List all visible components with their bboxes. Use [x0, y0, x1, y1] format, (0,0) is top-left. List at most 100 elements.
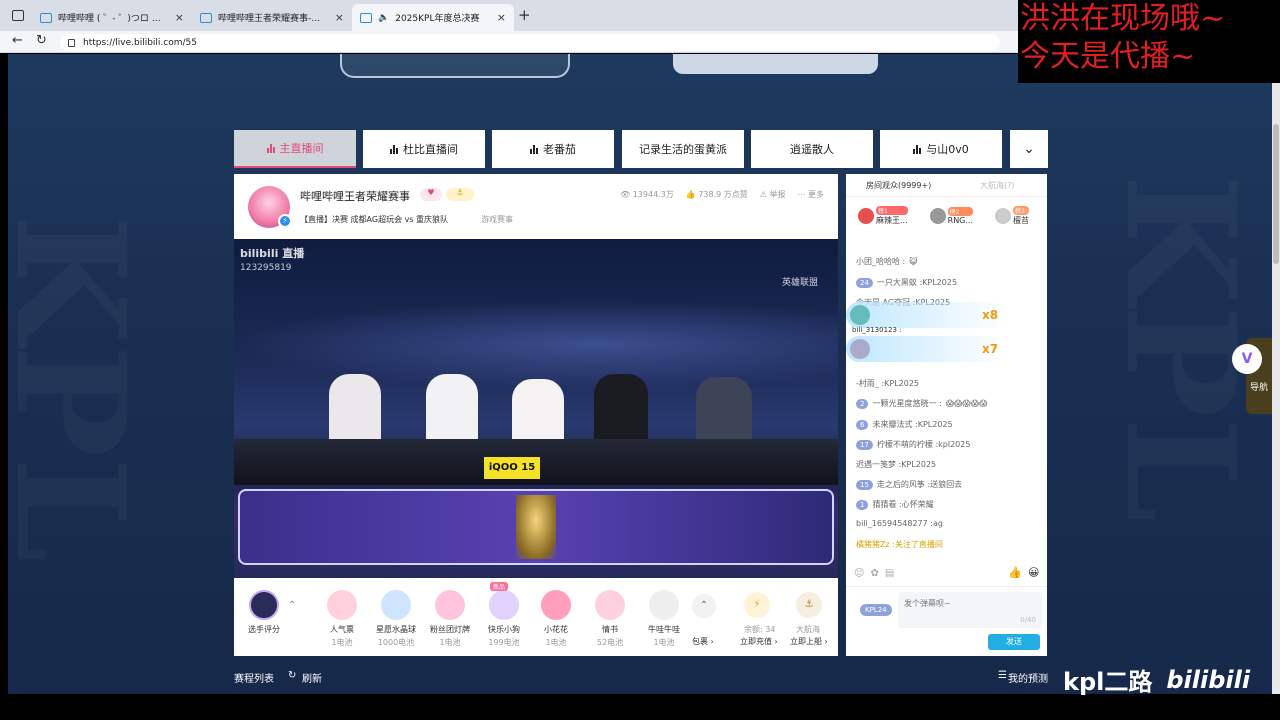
- fan-medal[interactable]: KPL24: [860, 604, 892, 616]
- chat-message[interactable]: 1 猜猜看 :心怀荣耀: [856, 499, 934, 510]
- scrollbar[interactable]: [1272, 54, 1280, 694]
- tab-actions-icon[interactable]: [12, 10, 24, 21]
- fan-badge-icon[interactable]: ⚓: [446, 188, 474, 201]
- chat-message[interactable]: -村雨_ :KPL2025: [856, 378, 919, 389]
- avatar[interactable]: ⚡: [248, 186, 292, 228]
- gift-item[interactable]: 牛哇牛哇 1电池: [642, 590, 686, 648]
- chat-message[interactable]: 2 一颗光星度悠晓一 : 😱😱😱😱😱: [856, 398, 987, 409]
- top-user[interactable]: 榜1 麻辣王...: [858, 206, 908, 226]
- tab-guard[interactable]: 大航海(?): [980, 180, 1015, 191]
- tv-icon: [40, 12, 52, 23]
- chevron-up-icon[interactable]: ⌃: [692, 594, 716, 618]
- predict-link[interactable]: 我的预测: [1008, 670, 1048, 685]
- emoticon-icon[interactable]: 😀: [1028, 566, 1039, 579]
- more-button[interactable]: ⋯ 更多: [797, 189, 824, 200]
- avatar: [850, 305, 870, 325]
- chat-message[interactable]: 6 未来瓣法式 :KPL2025: [856, 419, 953, 430]
- top-user[interactable]: 榜3 檀苔: [995, 206, 1030, 226]
- tab-label: 与山0v0: [926, 143, 969, 156]
- message-text: 一只大黑蚁 :KPL2025: [876, 278, 958, 287]
- tab-title: 哔哩哔哩 ( ゜- ゜)つロ 干杯~-bilib: [58, 14, 169, 24]
- avatar: [929, 208, 946, 224]
- refresh-icon[interactable]: ↻: [36, 33, 47, 48]
- pack-button[interactable]: 包裹 ›: [692, 636, 714, 647]
- balance-text: 余额: 34: [744, 625, 776, 634]
- gift-item[interactable]: 小花花 1电池: [534, 590, 578, 648]
- danmaku-input[interactable]: 发个弹幕呗~ 0/40: [898, 592, 1042, 628]
- browser-tab-1[interactable]: 哔哩哔哩 ( ゜- ゜)つロ 干杯~-bilib ×: [32, 4, 192, 31]
- gift-bar: 选手评分 ⌃ 人气票 1电池 星愿水晶球 1000电池 粉丝团灯牌 1电池 新品 快乐小…: [234, 578, 838, 656]
- gift-item[interactable]: 人气票 1电池: [320, 590, 364, 648]
- stage-lights: [234, 299, 838, 389]
- tab-danhuangpai[interactable]: 记录生活的蛋黄派: [622, 130, 744, 168]
- chat-message[interactable]: 橘猪猪Zz :关注了直播间: [856, 539, 943, 550]
- tabs-more-button[interactable]: ⌄: [1010, 130, 1048, 168]
- refresh-link[interactable]: 刷新: [302, 670, 322, 685]
- gift-name: 快乐小狗: [488, 625, 520, 634]
- chat-message[interactable]: bili_16594548277 :ag: [856, 519, 943, 528]
- url-field[interactable]: https://live.bilibili.com/55: [60, 34, 1000, 51]
- chat-message[interactable]: 24 一只大黑蚁 :KPL2025: [856, 277, 957, 288]
- gift-item[interactable]: 粉丝团灯牌 1电池: [428, 590, 472, 648]
- streamer-name[interactable]: 哔哩哔哩王者荣耀赛事: [300, 188, 410, 204]
- tab-audience[interactable]: 房间观众(9999+): [866, 180, 931, 191]
- settings-icon[interactable]: ▤: [885, 568, 894, 579]
- report-button[interactable]: ⚠ 举报: [760, 189, 786, 200]
- cow-icon: [649, 590, 679, 620]
- gift-item[interactable]: 星愿水晶球 1000电池: [374, 590, 418, 648]
- tab-label: 主直播间: [279, 142, 324, 155]
- tab-laofanqie[interactable]: 老番茄: [492, 130, 614, 168]
- face-emoji-icon: 😱😱😱😱😱: [945, 399, 988, 408]
- divider: [846, 196, 1047, 197]
- recharge-link[interactable]: 立即充值 ›: [740, 636, 778, 647]
- chat-message[interactable]: 迟遇一笺梦 :KPL2025: [856, 459, 936, 470]
- message-text: -村雨_ :KPL2025: [856, 379, 920, 388]
- chat-message[interactable]: 小团_哈哈哈 : 😺: [856, 256, 918, 267]
- tab-label: 杜比直播间: [403, 143, 458, 156]
- divider: [846, 586, 1047, 587]
- close-icon[interactable]: ×: [335, 11, 344, 24]
- chat-message[interactable]: 15 走之后的风筝 :送狼回去: [856, 479, 962, 490]
- chevron-up-icon[interactable]: ⌃: [288, 600, 296, 611]
- tab-main-room[interactable]: 主直播间: [234, 130, 356, 168]
- schedule-link[interactable]: 赛程列表: [234, 670, 274, 685]
- back-icon[interactable]: ←: [12, 33, 23, 48]
- refresh-icon[interactable]: ↻: [288, 670, 296, 681]
- gift-item[interactable]: 新品 快乐小狗 199电池: [482, 582, 526, 648]
- combo-count: x7: [982, 342, 999, 356]
- category-link[interactable]: 游戏赛事: [481, 214, 513, 225]
- message-text: 小团_哈哈哈 :: [856, 257, 906, 266]
- send-button[interactable]: 发送: [988, 634, 1040, 650]
- emoji-icon[interactable]: ☺: [854, 568, 864, 579]
- browser-tab-3[interactable]: 🔈 2025KPL年度总决赛 ×: [352, 4, 514, 31]
- room-id: 123295819: [240, 263, 292, 273]
- board-link[interactable]: 立即上船 ›: [790, 636, 828, 647]
- tab-yushan[interactable]: 与山0v0: [880, 130, 1002, 168]
- like-icon[interactable]: 👍: [1008, 566, 1022, 579]
- gift-name: 粉丝团灯牌: [430, 625, 470, 634]
- gift-item[interactable]: 情书 52电池: [588, 590, 632, 648]
- lock-icon: [68, 38, 75, 47]
- v-logo-icon[interactable]: V: [1232, 344, 1262, 374]
- scroll-thumb[interactable]: [1273, 124, 1279, 264]
- speaker-icon[interactable]: 🔈: [378, 13, 389, 23]
- rating-button[interactable]: 选手评分: [242, 590, 286, 635]
- streamer-header: ⚡ 哔哩哔哩王者荣耀赛事 ♥ ⚓ 【直播】决赛 成都AG超玩会 vs 重庆狼队 …: [234, 174, 838, 239]
- host-3: [512, 379, 564, 441]
- chat-message[interactable]: 17 柠檬不萌的柠檬 :kpl2025: [856, 439, 970, 450]
- tab-dolby-room[interactable]: 杜比直播间: [363, 130, 485, 168]
- gift-icon[interactable]: ✿: [870, 568, 878, 579]
- flower-icon: [541, 590, 571, 620]
- top-user[interactable]: 榜2 RNG...: [929, 206, 974, 226]
- browser-tab-2[interactable]: 哔哩哔哩王者荣耀赛事-哔哩哔哩 ×: [192, 4, 352, 31]
- verified-icon: ⚡: [278, 214, 292, 228]
- gift-price: 199电池: [488, 638, 520, 647]
- close-icon[interactable]: ×: [497, 11, 506, 24]
- new-tab-button[interactable]: +: [518, 6, 531, 24]
- ship-icon: ⚓: [796, 592, 822, 618]
- close-icon[interactable]: ×: [175, 11, 184, 24]
- host-5: [696, 377, 752, 441]
- heart-icon[interactable]: ♥: [420, 188, 442, 201]
- tab-xiaoyaosanren[interactable]: 逍遥散人: [751, 130, 873, 168]
- video-player[interactable]: bilibili 直播 123295819 英雄联盟 iQOO 15: [234, 239, 838, 578]
